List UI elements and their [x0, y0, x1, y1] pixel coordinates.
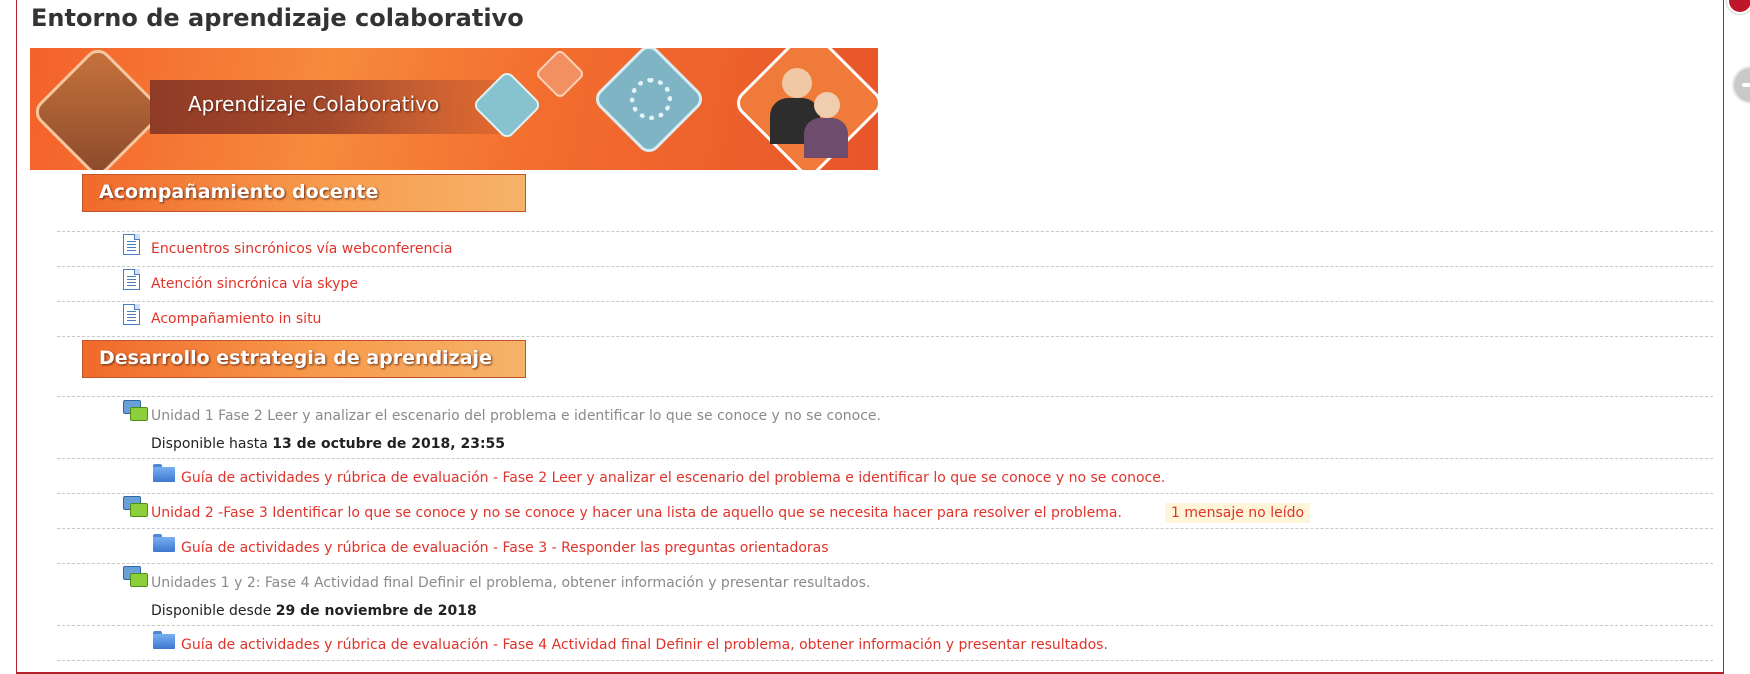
forum-link[interactable]: Unidades 1 y 2: Fase 4 Actividad final D… [151, 575, 870, 591]
divider [57, 396, 1713, 397]
section-header-acompanamiento: Acompañamiento docente [82, 174, 526, 212]
list-item[interactable]: Guía de actividades y rúbrica de evaluac… [181, 539, 829, 557]
resource-link[interactable]: Atención sincrónica vía skype [151, 276, 358, 292]
list-item[interactable]: Atención sincrónica vía skype [151, 275, 358, 293]
divider [57, 266, 1713, 267]
divider [57, 336, 1713, 337]
divider [57, 625, 1713, 626]
section-title: Acompañamiento docente [99, 181, 379, 203]
folder-link[interactable]: Guía de actividades y rúbrica de evaluac… [181, 540, 829, 556]
list-item[interactable]: Guía de actividades y rúbrica de evaluac… [181, 469, 1165, 487]
forum-icon [123, 400, 148, 424]
list-item[interactable]: Guía de actividades y rúbrica de evaluac… [181, 636, 1108, 654]
banner-decoration [30, 48, 166, 170]
course-banner: Aprendizaje Colaborativo [30, 48, 878, 170]
modal-title: Entorno de aprendizaje colaborativo [31, 4, 524, 32]
availability-prefix: Disponible desde [151, 603, 272, 619]
folder-icon [153, 631, 175, 649]
divider [57, 493, 1713, 494]
page-icon [123, 234, 140, 255]
resource-link[interactable]: Acompañamiento in situ [151, 311, 321, 327]
forum-link[interactable]: Unidad 1 Fase 2 Leer y analizar el escen… [151, 408, 881, 424]
divider [57, 528, 1713, 529]
folder-icon [153, 464, 175, 482]
forum-icon [123, 566, 148, 590]
divider [57, 458, 1713, 459]
list-item[interactable]: Unidad 2 -Fase 3 Identificar lo que se c… [151, 504, 1122, 522]
page-icon [123, 304, 140, 325]
people-icon [534, 48, 586, 100]
folder-link[interactable]: Guía de actividades y rúbrica de evaluac… [181, 637, 1108, 653]
divider [57, 660, 1713, 661]
section-header-desarrollo: Desarrollo estrategia de aprendizaje [82, 340, 526, 378]
section-title: Desarrollo estrategia de aprendizaje [99, 347, 492, 369]
availability-date: 13 de octubre de 2018, 23:55 [272, 436, 506, 452]
resource-link[interactable]: Encuentros sincrónicos vía webconferenci… [151, 241, 453, 257]
availability-prefix: Disponible hasta [151, 436, 268, 452]
availability-info: Disponible hasta 13 de octubre de 2018, … [151, 435, 505, 453]
divider [57, 231, 1713, 232]
background-page-left [0, 0, 16, 674]
availability-date: 29 de noviembre de 2018 [275, 603, 477, 619]
list-item[interactable]: Acompañamiento in situ [151, 310, 321, 328]
list-item[interactable]: Unidad 1 Fase 2 Leer y analizar el escen… [151, 407, 881, 425]
modal-dialog: Entorno de aprendizaje colaborativo Apre… [16, 0, 1750, 674]
divider [57, 563, 1713, 564]
forum-icon [123, 496, 148, 520]
banner-title: Aprendizaje Colaborativo [188, 92, 440, 116]
folder-icon [153, 534, 175, 552]
list-item[interactable]: Encuentros sincrónicos vía webconferenci… [151, 240, 453, 258]
page-icon [123, 269, 140, 290]
list-item[interactable]: Unidades 1 y 2: Fase 4 Actividad final D… [151, 574, 870, 592]
forum-link[interactable]: Unidad 2 -Fase 3 Identificar lo que se c… [151, 505, 1122, 521]
divider [57, 301, 1713, 302]
availability-info: Disponible desde 29 de noviembre de 2018 [151, 602, 477, 620]
unread-badge[interactable]: 1 mensaje no leído [1165, 503, 1311, 523]
folder-link[interactable]: Guía de actividades y rúbrica de evaluac… [181, 470, 1165, 486]
